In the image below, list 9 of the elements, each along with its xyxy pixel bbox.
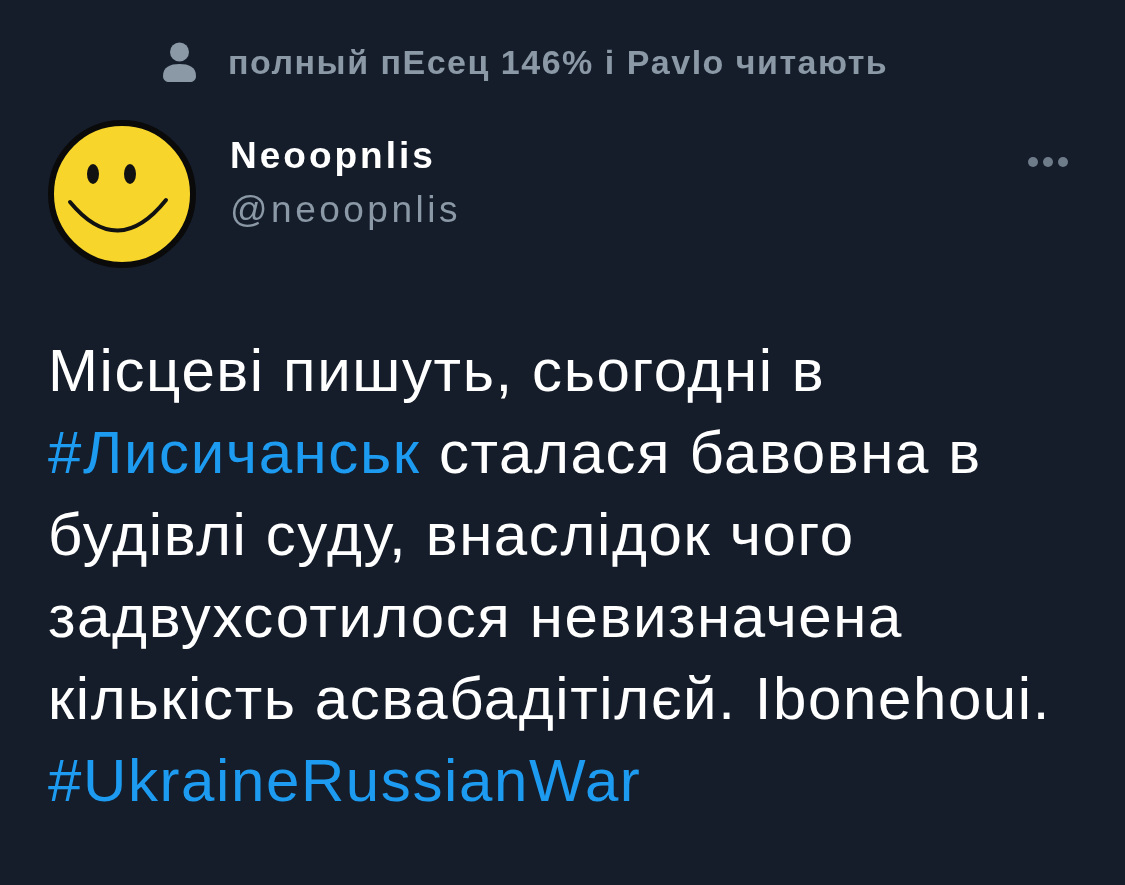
- hashtag-link[interactable]: #Лисичанськ: [48, 419, 421, 486]
- more-icon[interactable]: [1028, 157, 1068, 167]
- social-context-text: полный пЕсец 146% і Pavlo читають: [228, 42, 889, 82]
- smiley-face-icon[interactable]: [48, 120, 196, 268]
- tweet-text: Місцеві пишуть, сьогодні в #Лисичанськ сталася бавовна в будівлі суду, внаслідок чого задвухсотилося невизначена кількість асвабадітілєй. Ibonehoui. #UkraineRussianWar: [48, 336, 1052, 816]
- author-handle[interactable]: @neoopnlis: [230, 186, 461, 234]
- author-name[interactable]: Neoopnlis: [230, 132, 436, 180]
- person-icon: [163, 42, 196, 82]
- hashtag-link[interactable]: #UkraineRussianWar: [48, 747, 642, 814]
